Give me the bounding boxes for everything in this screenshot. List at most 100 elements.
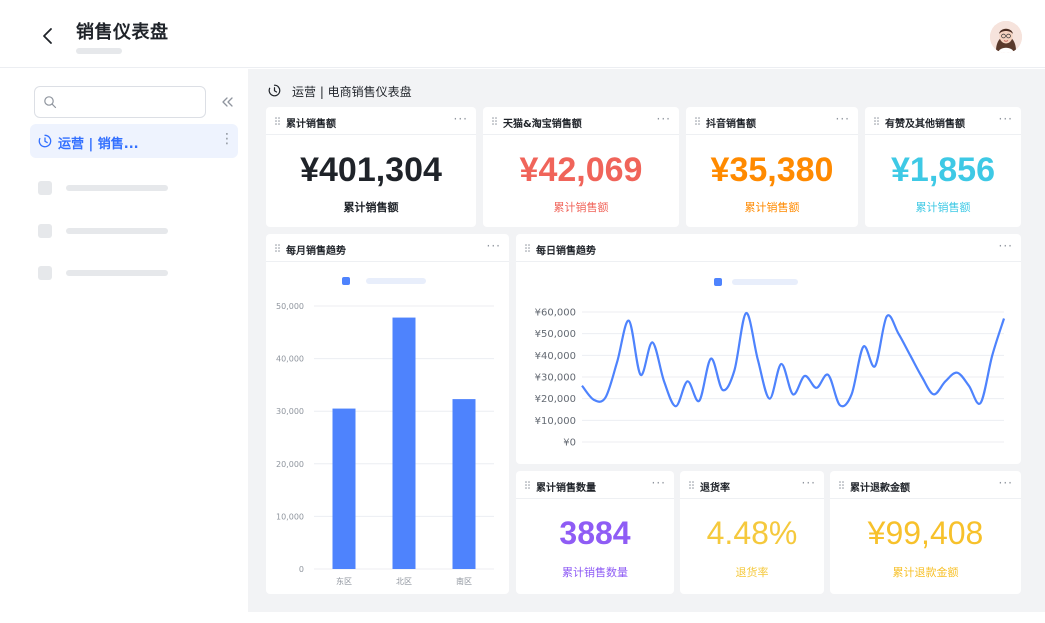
y-tick-label: 30,000 — [276, 407, 304, 416]
drag-handle-icon[interactable] — [492, 117, 497, 125]
more-icon[interactable]: ··· — [454, 112, 468, 126]
kpi-card-tmall-taobao[interactable]: 天猫&淘宝销售额 ··· ¥42,069 累计销售额 — [483, 107, 679, 227]
kpi-label: 累计销售额 — [343, 201, 399, 214]
kpi-value: 3884 — [559, 515, 631, 551]
y-tick-label: 50,000 — [276, 302, 304, 311]
more-icon[interactable]: ··· — [999, 476, 1013, 490]
search-icon — [44, 96, 57, 109]
placeholder-icon — [38, 224, 52, 238]
card-title: 累计销售额 — [286, 119, 336, 130]
chart-card-monthly-sales[interactable]: 每月销售趋势 ··· 0 10,000 20,000 30,000 40,000 50,0… — [266, 234, 509, 594]
chart-card-daily-sales[interactable]: 每日销售趋势 ··· ¥0 ¥10,000 ¥20,000 ¥30,000 ¥40,00… — [516, 234, 1021, 464]
kpi-value: ¥99,408 — [867, 515, 984, 551]
y-tick-label: ¥40,000 — [535, 351, 576, 362]
x-tick-label: 南区 — [456, 576, 472, 586]
y-tick-label: 40,000 — [276, 355, 304, 364]
y-tick-label: 0 — [299, 565, 304, 574]
bar[interactable] — [332, 408, 356, 569]
drag-handle-icon[interactable] — [689, 481, 694, 489]
kpi-value: ¥1,856 — [891, 151, 995, 189]
search-box[interactable] — [34, 86, 206, 118]
x-tick-label: 东区 — [336, 576, 352, 586]
title-subtitle-placeholder — [76, 48, 122, 54]
drag-handle-icon[interactable] — [839, 481, 844, 489]
more-icon[interactable]: ··· — [652, 476, 666, 490]
bar[interactable] — [392, 317, 416, 569]
page-title: 销售仪表盘 — [76, 22, 169, 43]
card-header: 累计销售数量 ··· — [516, 471, 674, 499]
clock-icon — [268, 84, 281, 97]
kpi-label: 累计退款金额 — [892, 566, 959, 579]
kpi-label: 累计销售额 — [915, 201, 971, 214]
card-header: 退货率 ··· — [680, 471, 824, 499]
kpi-label: 累计销售额 — [744, 201, 800, 214]
kpi-value: ¥35,380 — [710, 151, 834, 189]
card-header: 累计退款金额 ··· — [830, 471, 1021, 499]
y-tick-label: ¥50,000 — [535, 329, 576, 340]
card-title: 退货率 — [700, 483, 730, 494]
y-tick-label: 10,000 — [276, 512, 304, 521]
sidebar: 运营 | 销售... ⋮ — [24, 69, 248, 623]
card-header: 有赞及其他销售额 ··· — [865, 107, 1021, 135]
kpi-value: ¥401,304 — [300, 151, 442, 189]
dashboard-canvas: 运营 | 电商销售仪表盘 累计销售额 ··· ¥401,304 累计销售额 天猫… — [248, 69, 1045, 612]
more-vertical-icon[interactable]: ⋮ — [220, 132, 234, 146]
user-avatar-icon — [990, 21, 1022, 53]
collapse-sidebar-button[interactable] — [218, 93, 236, 111]
kpi-label: 累计销售额 — [553, 201, 609, 214]
list-item-placeholder — [38, 181, 238, 195]
drag-handle-icon[interactable] — [695, 117, 700, 125]
kpi-label: 退货率 — [735, 566, 769, 579]
breadcrumb-text: 运营 | 电商销售仪表盘 — [292, 85, 412, 99]
card-title: 天猫&淘宝销售额 — [503, 119, 582, 130]
bar[interactable] — [452, 399, 476, 569]
double-chevron-left-icon — [222, 97, 233, 107]
app-header: 销售仪表盘 — [0, 0, 1045, 68]
placeholder-icon — [38, 266, 52, 280]
kpi-value: 4.48% — [706, 515, 798, 551]
card-header: 天猫&淘宝销售额 ··· — [483, 107, 679, 135]
sidebar-item-label: 运营 | 销售... — [58, 137, 139, 152]
x-tick-label: 北区 — [396, 577, 412, 586]
list-item-placeholder — [38, 266, 238, 280]
kpi-value: ¥42,069 — [519, 151, 643, 189]
card-title: 累计销售数量 — [536, 483, 596, 494]
y-tick-label: ¥20,000 — [535, 394, 576, 405]
placeholder-text — [66, 185, 168, 191]
kpi-card-douyin[interactable]: 抖音销售额 ··· ¥35,380 累计销售额 — [686, 107, 858, 227]
search-input[interactable] — [61, 87, 201, 117]
card-title: 抖音销售额 — [706, 119, 756, 130]
kpi-label: 累计销售数量 — [562, 566, 628, 579]
sidebar-item-sales-dashboard[interactable]: 运营 | 销售... ⋮ — [30, 124, 238, 158]
series-line[interactable] — [581, 311, 1006, 408]
drag-handle-icon[interactable] — [525, 481, 530, 489]
list-item-placeholder — [38, 224, 238, 238]
avatar[interactable] — [990, 21, 1022, 53]
more-icon[interactable]: ··· — [836, 112, 850, 126]
card-header: 累计销售额 ··· — [266, 107, 476, 135]
more-icon[interactable]: ··· — [999, 112, 1013, 126]
back-button[interactable] — [36, 24, 60, 48]
more-icon[interactable]: ··· — [802, 476, 816, 490]
kpi-card-youzan-other[interactable]: 有赞及其他销售额 ··· ¥1,856 累计销售额 — [865, 107, 1021, 227]
y-tick-label: 20,000 — [276, 460, 304, 469]
bar-chart: 0 10,000 20,000 30,000 40,000 50,000 东区 北区 南区 — [276, 302, 494, 586]
drag-handle-icon[interactable] — [275, 117, 280, 125]
placeholder-icon — [38, 181, 52, 195]
y-tick-label: ¥60,000 — [535, 308, 576, 319]
card-header: 抖音销售额 ··· — [686, 107, 858, 135]
y-tick-label: ¥0 — [563, 438, 576, 449]
card-title: 有赞及其他销售额 — [885, 119, 965, 130]
kpi-card-refund-rate[interactable]: 退货率 ··· 4.48% 退货率 — [680, 471, 824, 594]
card-title: 累计退款金额 — [850, 483, 910, 494]
drag-handle-icon[interactable] — [874, 117, 879, 125]
y-tick-label: ¥30,000 — [535, 373, 576, 384]
kpi-card-quantity[interactable]: 累计销售数量 ··· 3884 累计销售数量 — [516, 471, 674, 594]
kpi-card-total-sales[interactable]: 累计销售额 ··· ¥401,304 累计销售额 — [266, 107, 476, 227]
kpi-card-refund-amount[interactable]: 累计退款金额 ··· ¥99,408 累计退款金额 — [830, 471, 1021, 594]
placeholder-text — [66, 228, 168, 234]
more-icon[interactable]: ··· — [657, 112, 671, 126]
y-tick-label: ¥10,000 — [535, 416, 576, 427]
line-chart: ¥0 ¥10,000 ¥20,000 ¥30,000 ¥40,000 ¥50,000 ¥60… — [535, 308, 1006, 449]
placeholder-text — [66, 270, 168, 276]
